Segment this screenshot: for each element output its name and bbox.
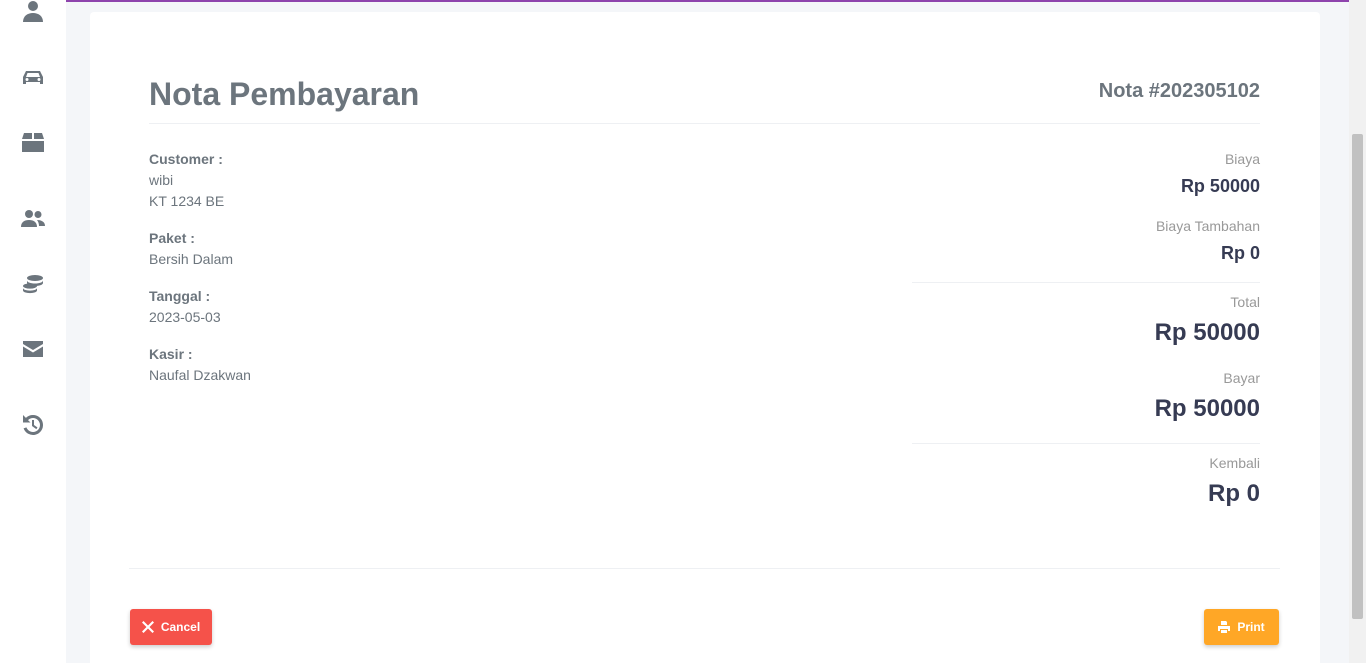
package-value: Bersih Dalam [149, 251, 234, 267]
customer-label: Customer : [149, 151, 223, 167]
sidebar [0, 0, 66, 663]
change-value: Rp 0 [1207, 480, 1260, 507]
printer-icon [1218, 621, 1231, 633]
scrollbar-thumb[interactable] [1352, 134, 1363, 619]
top-accent-line [0, 0, 1366, 2]
extra-fee-label: Biaya Tambahan [1155, 218, 1260, 234]
print-button[interactable]: Print [1204, 609, 1279, 645]
cashier-value: Naufal Dzakwan [149, 367, 251, 383]
cancel-button[interactable]: Cancel [130, 609, 212, 645]
box-icon [22, 133, 44, 152]
paid-value: Rp 50000 [1154, 395, 1260, 422]
customer-plate: KT 1234 BE [149, 193, 225, 209]
divider [129, 568, 1280, 569]
sidebar-item-car[interactable] [20, 64, 46, 90]
cashier-label: Kasir : [149, 346, 193, 362]
total-value: Rp 50000 [1154, 319, 1260, 346]
users-icon [21, 210, 45, 227]
package-label: Paket : [149, 230, 195, 246]
page-title: Nota Pembayaran [149, 76, 420, 112]
divider [912, 282, 1260, 283]
date-label: Tanggal : [149, 288, 211, 304]
customer-name: wibi [149, 172, 174, 188]
extra-fee-value: Rp 0 [1220, 243, 1260, 263]
date-value: 2023-05-03 [149, 309, 221, 325]
sidebar-item-messages[interactable] [20, 336, 46, 362]
fee-label: Biaya [1224, 151, 1260, 167]
divider [149, 123, 1260, 124]
invoice-number: Nota #202305102 [1098, 80, 1260, 102]
sidebar-item-coins[interactable] [20, 271, 46, 297]
history-icon [23, 414, 44, 435]
cancel-button-label: Cancel [160, 620, 201, 634]
print-button-label: Print [1237, 620, 1265, 634]
change-label: Kembali [1209, 455, 1260, 471]
coins-icon [23, 275, 43, 294]
page-scrollbar[interactable] [1349, 0, 1366, 663]
sidebar-item-box[interactable] [20, 129, 46, 155]
sidebar-item-history[interactable] [20, 412, 46, 438]
paid-label: Bayar [1223, 370, 1260, 386]
car-icon [23, 71, 43, 84]
divider [912, 443, 1260, 444]
user-icon [23, 1, 43, 22]
sidebar-item-user[interactable] [20, 0, 46, 24]
invoice-card: Nota Pembayaran Nota #202305102 Customer… [90, 12, 1320, 663]
close-icon [141, 621, 154, 633]
envelope-icon [23, 341, 43, 357]
sidebar-item-users[interactable] [20, 205, 46, 231]
total-label: Total [1230, 294, 1260, 310]
fee-value: Rp 50000 [1180, 176, 1260, 196]
